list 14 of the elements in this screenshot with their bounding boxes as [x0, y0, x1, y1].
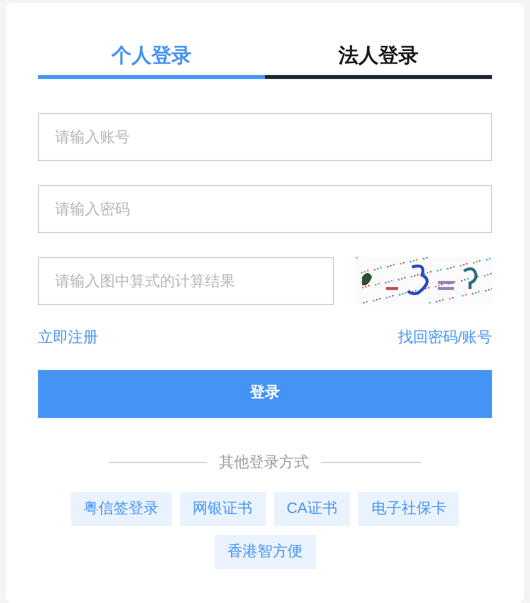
recover-link[interactable]: 找回密码/账号	[398, 327, 492, 350]
captcha-field[interactable]: 请输入图中算式的计算结果	[38, 257, 334, 305]
login-method-button[interactable]: 粤信签登录	[70, 492, 172, 526]
login-method-button[interactable]: CA证书	[274, 492, 350, 526]
register-link[interactable]: 立即注册	[38, 327, 98, 350]
login-button[interactable]: 登录	[38, 370, 492, 418]
login-tab[interactable]: 法人登录	[265, 37, 492, 79]
login-tab[interactable]: 个人登录	[38, 37, 265, 79]
login-method-button[interactable]: 网银证书	[180, 492, 266, 526]
login-method-button[interactable]: 香港智方便	[214, 535, 316, 569]
input-field[interactable]: 请输入密码	[38, 185, 492, 233]
input-field[interactable]: 请输入账号	[38, 113, 492, 161]
other-methods-title: 其他登录方式	[219, 452, 309, 472]
login-method-button[interactable]: 电子社保卡	[358, 492, 460, 526]
